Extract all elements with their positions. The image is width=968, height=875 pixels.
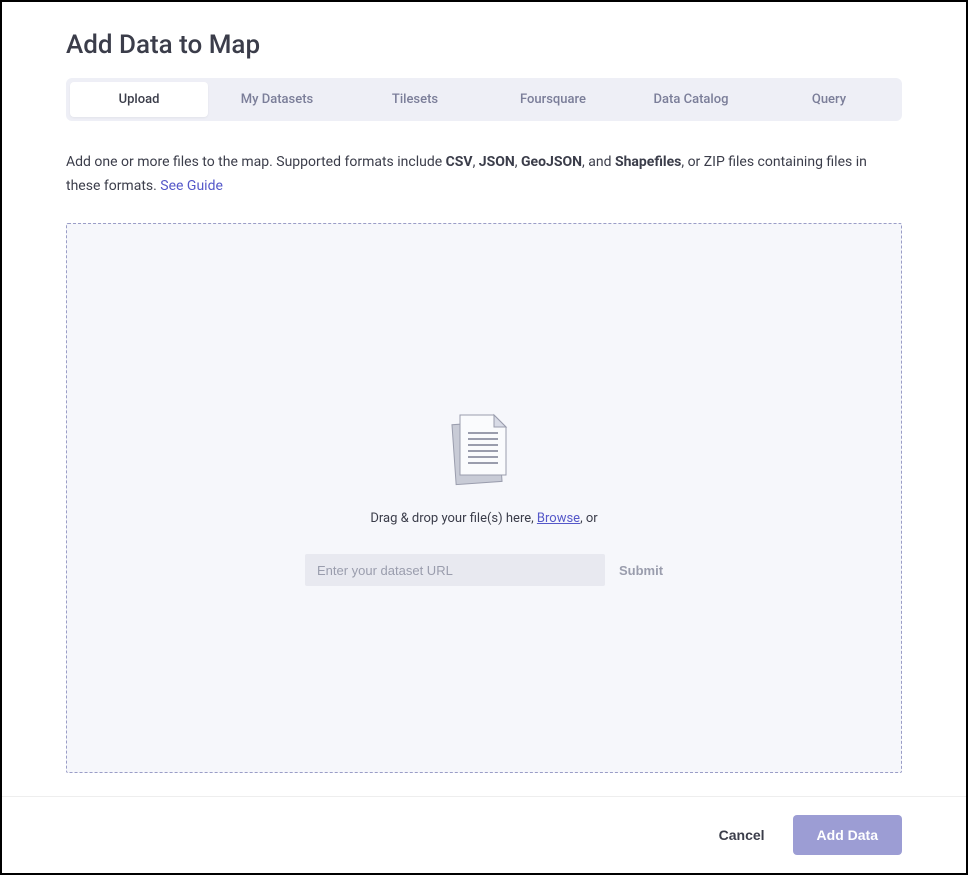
desc-prefix: Add one or more files to the map. Suppor… (66, 154, 446, 170)
tab-foursquare[interactable]: Foursquare (484, 82, 622, 117)
add-data-button[interactable]: Add Data (793, 815, 902, 855)
dialog-title: Add Data to Map (66, 30, 902, 60)
dialog-footer: Cancel Add Data (2, 796, 966, 873)
see-guide-link[interactable]: See Guide (160, 178, 223, 194)
tab-query[interactable]: Query (760, 82, 898, 117)
format-json: JSON (479, 154, 515, 170)
tab-my-datasets[interactable]: My Datasets (208, 82, 346, 117)
browse-link[interactable]: Browse (537, 511, 580, 526)
upload-description: Add one or more files to the map. Suppor… (66, 151, 902, 199)
drop-text-prefix: Drag & drop your file(s) here, (370, 511, 537, 526)
tab-upload[interactable]: Upload (70, 82, 208, 117)
files-icon (448, 409, 520, 493)
file-dropzone[interactable]: Drag & drop your file(s) here, Browse, o… (66, 223, 902, 773)
format-geojson: GeoJSON (521, 154, 582, 170)
tab-data-catalog[interactable]: Data Catalog (622, 82, 760, 117)
dataset-url-input[interactable] (305, 554, 605, 586)
tabs-bar: Upload My Datasets Tilesets Foursquare D… (66, 78, 902, 121)
format-csv: CSV (446, 154, 473, 170)
tab-tilesets[interactable]: Tilesets (346, 82, 484, 117)
url-input-row: Submit (305, 554, 663, 586)
drop-text-suffix: , or (580, 511, 598, 526)
format-shapefiles: Shapefiles (615, 154, 681, 170)
drop-instruction: Drag & drop your file(s) here, Browse, o… (370, 511, 597, 526)
cancel-button[interactable]: Cancel (719, 827, 765, 843)
desc-sep3: , and (582, 154, 615, 170)
submit-url-button[interactable]: Submit (619, 563, 663, 578)
